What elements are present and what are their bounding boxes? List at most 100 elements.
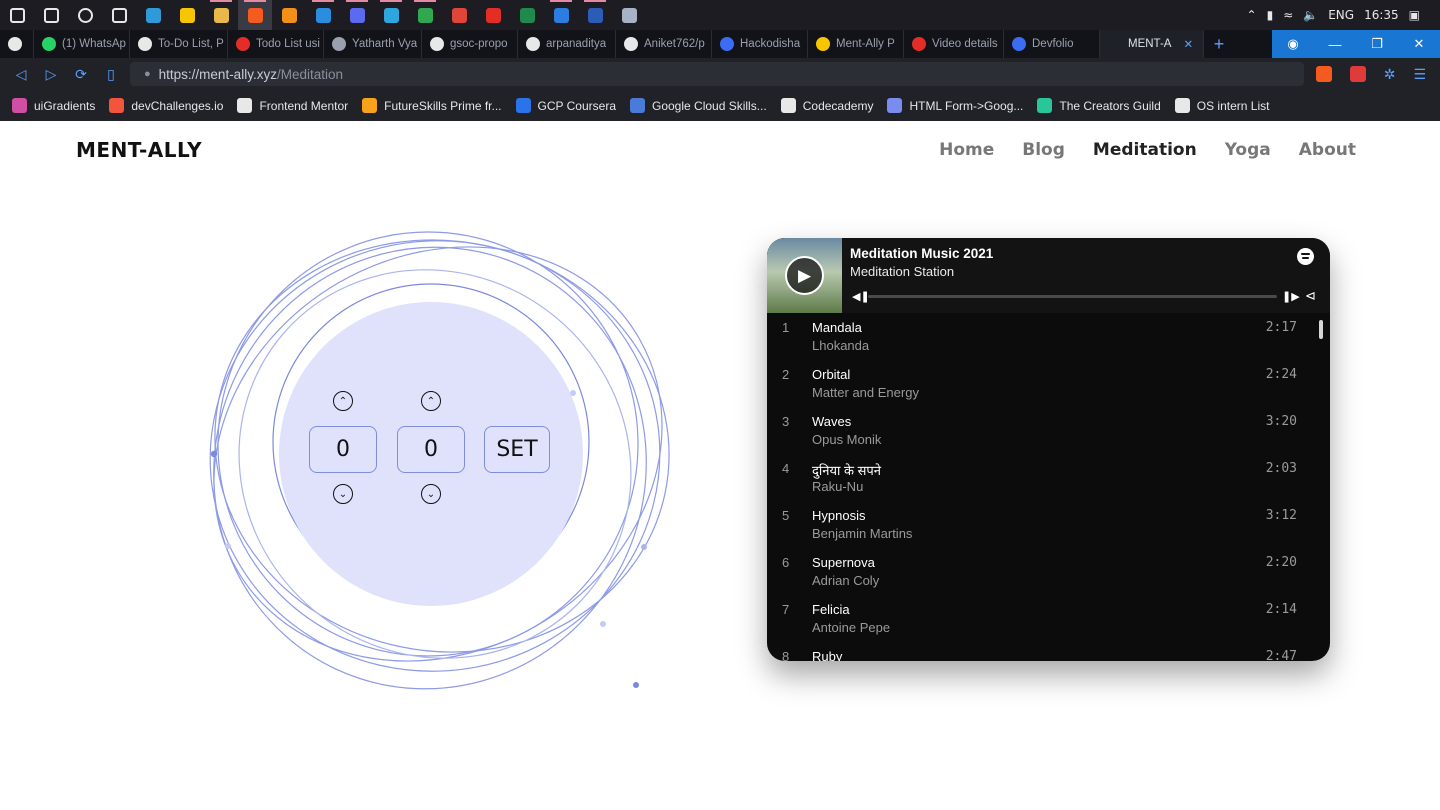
- vscode-icon[interactable]: [306, 0, 340, 30]
- nav-link-about[interactable]: About: [1299, 140, 1356, 160]
- tracklist-scrollbar[interactable]: [1319, 320, 1323, 339]
- minutes-increment-button[interactable]: ⌃: [333, 391, 353, 411]
- file-explorer-icon[interactable]: [204, 0, 238, 30]
- site-logo[interactable]: MENT-ALLY: [76, 138, 202, 162]
- excel-icon[interactable]: [510, 0, 544, 30]
- chevron-up-icon[interactable]: ⌃: [1247, 8, 1257, 22]
- browser-tab[interactable]: To-Do List, P: [130, 30, 228, 58]
- track-row[interactable]: 5 Hypnosis Benjamin Martins 3:12: [767, 501, 1330, 548]
- forward-icon[interactable]: ▷: [36, 58, 66, 90]
- clock[interactable]: 16:35: [1364, 8, 1399, 22]
- next-track-icon[interactable]: ❚▶: [1282, 290, 1300, 303]
- seconds-decrement-button[interactable]: ⌄: [421, 484, 441, 504]
- gmail-icon-glyph: [451, 7, 467, 23]
- telegram-icon[interactable]: [374, 0, 408, 30]
- nav-link-yoga[interactable]: Yoga: [1225, 140, 1271, 160]
- vlc-icon[interactable]: [272, 0, 306, 30]
- browser-tab[interactable]: Devfolio: [1004, 30, 1100, 58]
- seconds-increment-button[interactable]: ⌃: [421, 391, 441, 411]
- extensions-icon[interactable]: ✲: [1384, 66, 1396, 83]
- browser-tab[interactable]: MENT-A ✕: [1100, 30, 1204, 58]
- progress-bar[interactable]: [868, 295, 1277, 298]
- bookmark-item[interactable]: The Creators Guild: [1037, 98, 1161, 113]
- bookmark-icon[interactable]: ▯: [96, 58, 126, 90]
- brave-rewards-icon[interactable]: [1349, 66, 1366, 82]
- bookmark-favicon-icon: [237, 98, 253, 113]
- nav-link-meditation[interactable]: Meditation: [1093, 140, 1197, 160]
- bookmark-favicon-icon: [1174, 98, 1190, 113]
- tab-google[interactable]: [0, 30, 34, 58]
- volume-icon[interactable]: 🔈: [1303, 8, 1318, 22]
- youtube-icon[interactable]: [476, 0, 510, 30]
- play-button[interactable]: ▶: [785, 256, 824, 295]
- word-icon[interactable]: [578, 0, 612, 30]
- browser-tab[interactable]: Yatharth Vya: [324, 30, 422, 58]
- minutes-field[interactable]: 0: [309, 426, 377, 473]
- todo-icon[interactable]: [544, 0, 578, 30]
- bookmark-item[interactable]: Google Cloud Skills...: [630, 98, 767, 113]
- photos-icon[interactable]: [408, 0, 442, 30]
- track-list: 1 Mandala Lhokanda 2:17 2 Orbital Matter and E…: [767, 313, 1330, 661]
- track-row[interactable]: 6 Supernova Adrian Coly 2:20: [767, 548, 1330, 595]
- bookmark-item[interactable]: Frontend Mentor: [237, 98, 348, 113]
- track-row[interactable]: 4 दुनिया के सपने Raku-Nu 2:03: [767, 454, 1330, 501]
- sticky-notes-icon[interactable]: [170, 0, 204, 30]
- misc-app-icon[interactable]: [612, 0, 646, 30]
- start-icon[interactable]: [0, 0, 34, 30]
- browser-tab[interactable]: Video details: [904, 30, 1004, 58]
- menu-icon[interactable]: ☰: [1413, 66, 1426, 83]
- notification-icon[interactable]: ▣: [1409, 8, 1420, 22]
- browser-tab[interactable]: Aniket762/p: [616, 30, 712, 58]
- task-view-icon[interactable]: [102, 0, 136, 30]
- bookmark-item[interactable]: HTML Form->Goog...: [887, 98, 1023, 113]
- profile-icon[interactable]: ◉: [1272, 30, 1314, 58]
- bookmark-item[interactable]: GCP Coursera: [515, 98, 616, 113]
- minutes-decrement-button[interactable]: ⌄: [333, 484, 353, 504]
- browser-tab[interactable]: gsoc-propo: [422, 30, 518, 58]
- browser-tab[interactable]: (1) WhatsAp: [34, 30, 130, 58]
- close-window-button[interactable]: ✕: [1398, 30, 1440, 58]
- cortana-icon[interactable]: [68, 0, 102, 30]
- brave-shields-icon[interactable]: [1315, 66, 1332, 82]
- spotify-logo-icon[interactable]: [1297, 248, 1314, 265]
- track-artist: Raku-Nu: [812, 479, 864, 494]
- bookmark-item[interactable]: OS intern List: [1174, 98, 1270, 113]
- bookmark-label: OS intern List: [1196, 98, 1270, 113]
- bookmark-item[interactable]: uiGradients: [12, 98, 95, 113]
- playlist-subtitle[interactable]: Meditation Station: [850, 264, 954, 279]
- bookmark-item[interactable]: Codecademy: [780, 98, 873, 113]
- language-indicator[interactable]: ENG: [1328, 8, 1354, 22]
- search-icon[interactable]: [34, 0, 68, 30]
- restore-button[interactable]: ❐: [1356, 30, 1398, 58]
- new-tab-button[interactable]: +: [1204, 30, 1234, 58]
- minimize-button[interactable]: —: [1314, 30, 1356, 58]
- back-icon[interactable]: ◁: [6, 58, 36, 90]
- track-row[interactable]: 1 Mandala Lhokanda 2:17: [767, 313, 1330, 360]
- battery-icon[interactable]: ▮: [1267, 8, 1274, 22]
- share-icon[interactable]: ⊲: [1305, 288, 1316, 304]
- reload-icon[interactable]: ⟳: [66, 58, 96, 90]
- brave-icon[interactable]: [238, 0, 272, 30]
- url-input[interactable]: ● https://ment-ally.xyz/Meditation: [130, 62, 1304, 86]
- browser-tab[interactable]: arpanaditya: [518, 30, 616, 58]
- playlist-title[interactable]: Meditation Music 2021: [850, 246, 993, 261]
- browser-tab[interactable]: Ment-Ally P: [808, 30, 904, 58]
- nav-link-blog[interactable]: Blog: [1022, 140, 1065, 160]
- track-row[interactable]: 7 Felicia Antoine Pepe 2:14: [767, 595, 1330, 642]
- track-row[interactable]: 3 Waves Opus Monik 3:20: [767, 407, 1330, 454]
- browser-tab[interactable]: Hackodisha: [712, 30, 808, 58]
- wifi-icon[interactable]: ≈: [1283, 8, 1293, 22]
- bookmark-item[interactable]: devChallenges.io: [109, 98, 223, 113]
- edge-icon[interactable]: [136, 0, 170, 30]
- track-row[interactable]: 2 Orbital Matter and Energy 2:24: [767, 360, 1330, 407]
- bookmark-item[interactable]: FutureSkills Prime fr...: [362, 98, 502, 113]
- discord-icon[interactable]: [340, 0, 374, 30]
- seconds-field[interactable]: 0: [397, 426, 465, 473]
- nav-link-home[interactable]: Home: [939, 140, 994, 160]
- set-button[interactable]: SET: [484, 426, 550, 473]
- track-row[interactable]: 8 Ruby 2:47: [767, 642, 1330, 661]
- track-name: Felicia: [812, 602, 850, 617]
- close-tab-icon[interactable]: ✕: [1183, 37, 1193, 51]
- browser-tab[interactable]: Todo List usi: [228, 30, 324, 58]
- gmail-icon[interactable]: [442, 0, 476, 30]
